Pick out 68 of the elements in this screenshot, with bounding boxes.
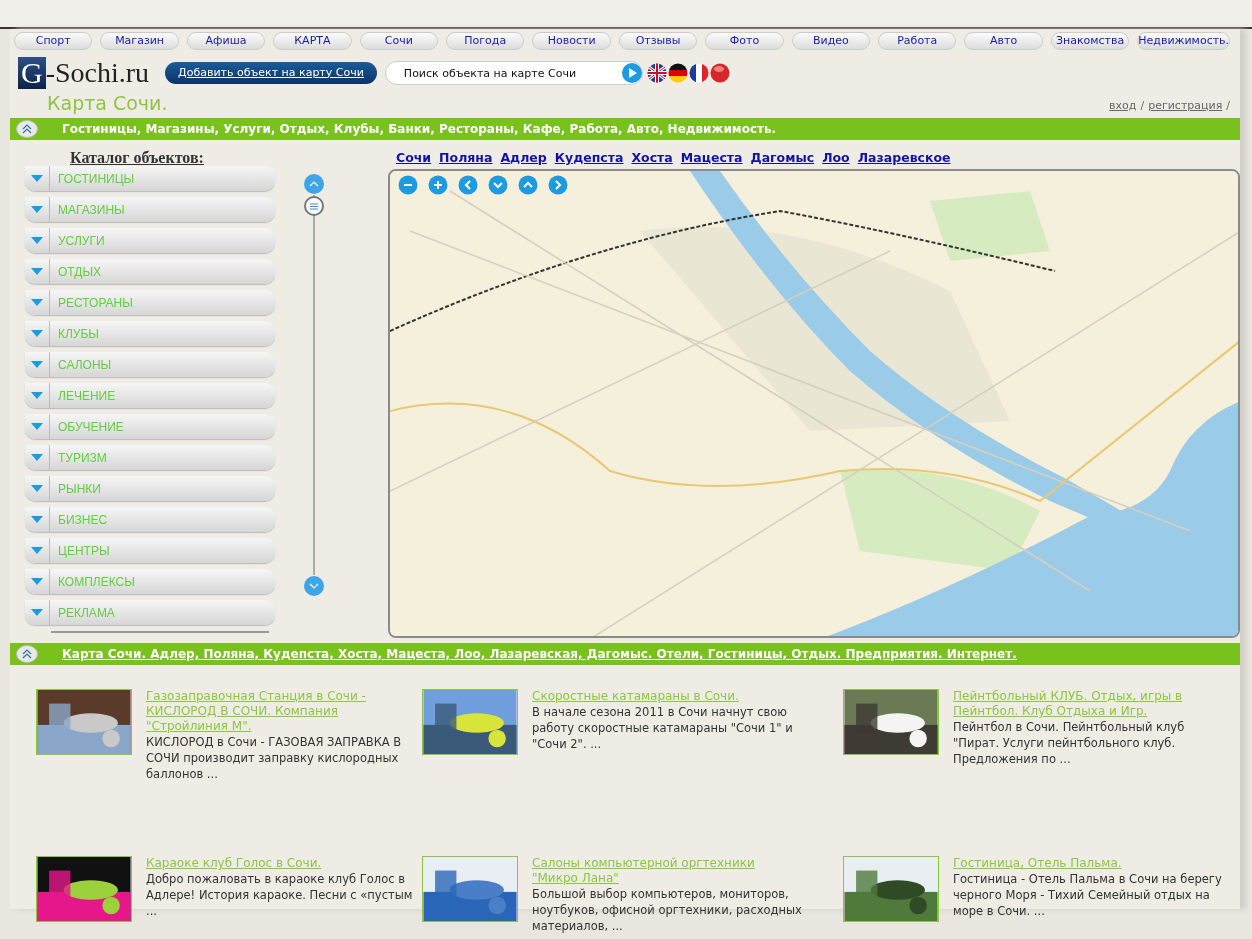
city-link[interactable]: Мацеста [680,150,743,165]
nav-tab[interactable]: Отзывы [618,32,698,50]
separator: / [1140,97,1145,114]
nav-tab[interactable]: Фото [705,32,784,50]
pan-right-icon[interactable] [548,175,568,195]
pan-up-icon[interactable] [518,175,538,195]
dropdown-icon [31,578,43,585]
account-link[interactable]: регистрация [1148,97,1223,114]
nav-tab[interactable]: Знакомства [1050,32,1130,50]
dropdown-icon [31,516,43,523]
listing-description: Добро пожаловать в караоке клуб Голос в Адлере! История караоке. Песни с «пустым ... [146,871,414,919]
city-link[interactable]: Лазаревское [857,150,951,165]
listing-description: В начале сезона 2011 в Сочи начнут свою работу скоростные катамараны "Сочи 1" и "Сочи 2". ... [532,704,794,752]
dropdown-icon [31,547,43,554]
zoom-out-icon[interactable] [398,175,418,195]
dropdown-icon [31,175,43,182]
city-link[interactable]: Поляна [439,150,493,165]
dropdown-icon [31,299,43,306]
dropdown-icon [31,392,43,399]
dropdown-icon [31,330,43,337]
flag-icon[interactable] [646,63,667,83]
collapse-icon[interactable] [16,645,38,663]
nav-tab[interactable]: Видео [791,32,871,50]
dropdown-icon [31,268,43,275]
dropdown-icon [31,485,43,492]
listing-description: Гостиница - Отель Пальма в Сочи на берегу черного Моря - Тихий Семейный отдых на море в Сочи. ... [953,871,1223,919]
dropdown-icon [31,423,43,430]
nav-tab[interactable]: Недвижимость. [1137,32,1231,50]
separator: / [1226,97,1230,114]
dropdown-icon [31,206,43,213]
collapse-icon[interactable] [16,120,38,138]
site-subtitle: Карта Сочи. [47,92,168,114]
account-link[interactable]: вход [1109,97,1137,114]
dropdown-icon [31,361,43,368]
scroll-up-button[interactable] [303,173,326,195]
listing-description: Большой выбор компьютеров, мониторов, ноутбуков, офисной оргтехники, расходных материалов, ... [532,886,803,934]
nav-tab[interactable]: Авто [964,32,1043,50]
scroll-down-button[interactable] [303,575,326,597]
zoom-in-icon[interactable] [428,175,448,195]
dropdown-icon [31,454,43,461]
flag-icon[interactable] [667,63,688,83]
search-field[interactable]: Поиск объекта на карте Сочи [384,61,643,85]
nav-tab[interactable]: Новости [532,32,611,50]
banner-text: Гостиницы, Магазины, Услуги, Отдых, Клубы, Банки, Рестораны, Кафе, Работа, Авто, Недвижимость. [62,121,777,138]
listing-description: Пейнтбол в Сочи. Пейнтбольный клуб "Пират. Услуги пейнтбольного клуб. Предложения по ... [953,719,1186,767]
listing-description: КИСЛОРОД в Сочи - ГАЗОВАЯ ЗАПРАВКА В СОЧИ производит заправку кислородных баллонов ... [146,734,403,782]
nav-tab[interactable]: КАРТА [273,32,352,50]
dropdown-icon [31,609,43,616]
nav-tab[interactable]: Спорт [14,32,93,50]
pan-left-icon[interactable] [458,175,478,195]
nav-tab[interactable]: Работа [878,32,957,50]
nav-tab[interactable]: Магазин [100,32,179,50]
city-link[interactable]: Кудепста [554,150,624,165]
city-link[interactable]: Хоста [631,150,673,165]
catalog-title: Каталог объектов: [70,149,205,166]
nav-tab[interactable]: Афиша [186,32,266,50]
nav-tab[interactable]: Погода [446,32,525,50]
city-link[interactable]: Лоо [822,150,850,165]
city-link[interactable]: Сочи [396,150,432,165]
logo: G-Sochi.ru [18,57,150,89]
pan-down-icon[interactable] [488,175,508,195]
nav-tab[interactable]: Сочи [359,32,439,50]
scrollbar[interactable] [303,195,326,575]
city-link[interactable]: Адлер [500,150,547,165]
flag-icon[interactable] [688,63,709,83]
city-link[interactable]: Дагомыс [750,150,815,165]
dropdown-icon [31,237,43,244]
add-object-button[interactable]: Добавить объект на карту Сочи [165,61,377,85]
